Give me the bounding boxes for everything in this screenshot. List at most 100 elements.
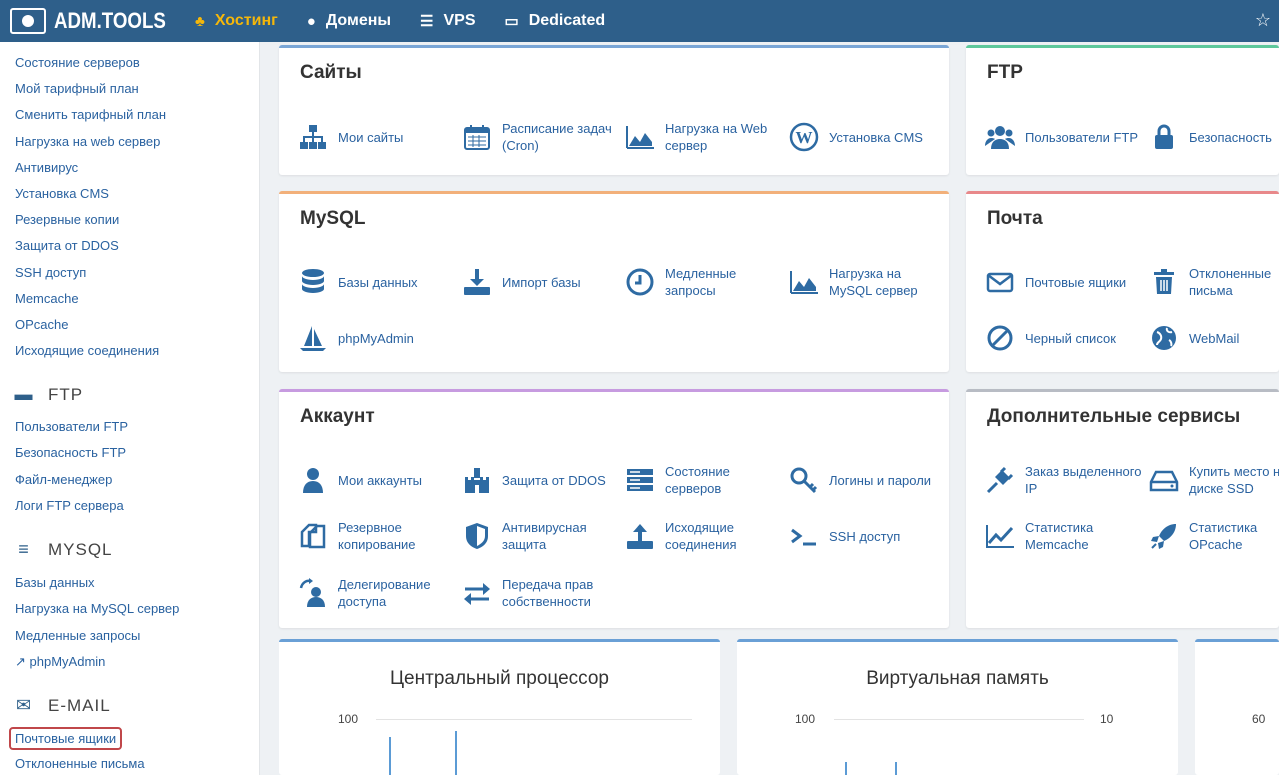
tile-install-cms-label: Установка CMS — [829, 129, 923, 145]
sidebar-section-mysql: ≡ MYSQL — [13, 539, 113, 560]
sidebar-link-backups[interactable]: Резервные копии — [15, 212, 119, 227]
sidebar-link-ssh[interactable]: SSH доступ — [15, 265, 86, 280]
sidebar-section-mysql-label: MYSQL — [48, 539, 113, 559]
sidebar-link-mysql-load[interactable]: Нагрузка на MySQL сервер — [15, 601, 179, 616]
star-icon[interactable]: ☆ — [1255, 10, 1271, 31]
sidebar-link-change-plan[interactable]: Сменить тарифный план — [15, 107, 166, 122]
tile-import-db[interactable]: Импорт базы — [460, 265, 620, 299]
tile-dedicated-ip[interactable]: Заказ выделенного IP — [983, 463, 1143, 497]
chart-cpu: Центральный процессор 100 — [279, 639, 720, 775]
area-chart-icon — [623, 120, 657, 154]
tile-memcache-stats-label: Статистика Memcache — [1025, 520, 1094, 552]
sidebar-link-antivirus[interactable]: Антивирус — [15, 160, 78, 175]
sidebar-link-server-status[interactable]: Состояние серверов — [15, 55, 140, 70]
nav-dedicated-label: Dedicated — [528, 12, 606, 29]
sidebar-section-ftp-label: FTP — [48, 384, 84, 404]
sidebar-link-ftp-security[interactable]: Безопасность FTP — [15, 445, 126, 460]
card-extra-title: Дополнительные сервисы — [987, 406, 1241, 427]
tile-ddos[interactable]: Защита от DDOS — [460, 463, 620, 497]
wordpress-icon: W — [787, 120, 821, 154]
sailboat-icon — [296, 321, 330, 355]
tile-mailboxes-label: Почтовые ящики — [1025, 274, 1127, 290]
sitemap-icon — [296, 120, 330, 154]
sidebar-link-memcache[interactable]: Memcache — [15, 291, 79, 306]
tile-opcache-stats[interactable]: Статистика OPcache — [1147, 519, 1279, 553]
tile-slow-queries-label: Медленные запросы — [665, 266, 737, 298]
tile-cron[interactable]: Расписание задач (Cron) — [460, 120, 620, 154]
tile-mysql-load[interactable]: Нагрузка на MySQL сервер — [787, 265, 947, 299]
sidebar-link-slow-queries[interactable]: Медленные запросы — [15, 628, 140, 643]
card-account: Аккаунт Мои аккаунты Защита от DDOS Сост… — [279, 389, 949, 628]
tile-backup[interactable]: Резервное копирование — [296, 519, 456, 553]
users-icon — [983, 120, 1017, 154]
nav-domains[interactable]: ● Домены — [307, 12, 391, 30]
sidebar-link-file-manager[interactable]: Файл-менеджер — [15, 472, 112, 487]
tile-blacklist[interactable]: Черный список — [983, 321, 1143, 355]
tile-rejected-mail[interactable]: Отклоненные письма — [1147, 265, 1279, 299]
sidebar-link-cms[interactable]: Установка CMS — [15, 186, 109, 201]
trash-icon — [1147, 265, 1181, 299]
tile-databases[interactable]: Базы данных — [296, 265, 456, 299]
tile-slow-queries[interactable]: Медленные запросы — [623, 265, 783, 299]
sidebar-link-phpmyadmin[interactable]: ↗ phpMyAdmin — [15, 654, 105, 670]
tile-server-status[interactable]: Состояние серверов — [623, 463, 783, 497]
tile-rejected-mail-label: Отклоненные письма — [1189, 266, 1272, 298]
tile-ftp-users-label: Пользователи FTP — [1025, 129, 1139, 145]
sidebar-link-my-plan[interactable]: Мой тарифный план — [15, 81, 139, 96]
tile-phpmyadmin[interactable]: phpMyAdmin — [296, 321, 456, 355]
line-chart-icon — [983, 519, 1017, 553]
chart-cpu-spike — [455, 731, 457, 775]
nav-dedicated[interactable]: ▭ Dedicated — [505, 12, 606, 30]
sidebar-link-rejected-mail[interactable]: Отклоненные письма — [15, 756, 145, 771]
tile-ssh[interactable]: SSH доступ — [787, 519, 947, 553]
tile-webmail-label: WebMail — [1189, 330, 1240, 346]
tile-outgoing[interactable]: Исходящие соединения — [623, 519, 783, 553]
tile-web-load[interactable]: Нагрузка на Web сервер — [623, 120, 783, 154]
tile-server-status-label: Состояние серверов — [665, 464, 730, 496]
tile-delegation[interactable]: Делегирование доступа — [296, 576, 456, 610]
globe-icon — [1147, 321, 1181, 355]
logo-icon — [10, 8, 46, 34]
tile-ssd[interactable]: Купить место на диске SSD — [1147, 463, 1279, 497]
rocket-icon — [1147, 519, 1181, 553]
sidebar-link-outgoing[interactable]: Исходящие соединения — [15, 343, 159, 358]
tile-mailboxes[interactable]: Почтовые ящики — [983, 265, 1143, 299]
tile-my-accounts[interactable]: Мои аккаунты — [296, 463, 456, 497]
tile-blacklist-label: Черный список — [1025, 330, 1116, 346]
sidebar-link-ftp-logs[interactable]: Логи FTP сервера — [15, 498, 124, 513]
chart-cpu-y-tick: 100 — [338, 712, 359, 726]
sidebar-link-opcache[interactable]: OPcache — [15, 317, 68, 332]
sidebar-link-ftp-users[interactable]: Пользователи FTP — [15, 419, 128, 434]
tile-antivirus[interactable]: Антивирусная защита — [460, 519, 620, 553]
tile-my-sites[interactable]: Мои сайты — [296, 120, 456, 154]
sidebar-link-web-load[interactable]: Нагрузка на web сервер — [15, 134, 160, 149]
nav-hosting[interactable]: ♣ Хостинг — [195, 12, 278, 30]
tile-backup-label: Резервное копирование — [338, 520, 416, 552]
terminal-icon — [787, 519, 821, 553]
tile-antivirus-label: Антивирусная защита — [502, 520, 587, 552]
chart-memory: Виртуальная память 100 10 — [737, 639, 1178, 775]
tile-ftp-users[interactable]: Пользователи FTP — [983, 120, 1143, 154]
area-chart-icon — [787, 265, 821, 299]
card-mysql-title: MySQL — [300, 208, 366, 229]
chart-memory-y-tick-right: 10 — [1100, 712, 1114, 726]
tile-memcache-stats[interactable]: Статистика Memcache — [983, 519, 1143, 553]
tile-my-sites-label: Мои сайты — [338, 129, 404, 145]
sidebar-link-databases[interactable]: Базы данных — [15, 575, 95, 590]
logo[interactable]: ADM.TOOLS — [10, 8, 195, 34]
tile-databases-label: Базы данных — [338, 274, 418, 290]
tile-webmail[interactable]: WebMail — [1147, 321, 1279, 355]
tile-logins[interactable]: Логины и пароли — [787, 463, 947, 497]
tile-install-cms[interactable]: W Установка CMS — [787, 120, 947, 154]
tile-ownership[interactable]: Передача прав собственности — [460, 576, 620, 610]
sidebar-link-ddos[interactable]: Защита от DDOS — [15, 238, 119, 253]
sidebar-link-mailboxes[interactable]: Почтовые ящики — [8, 727, 123, 750]
chart-cpu-spike — [389, 737, 391, 775]
card-mail: Почта Почтовые ящики Отклоненные письма … — [966, 191, 1279, 372]
external-link-icon: ↗ — [15, 654, 26, 669]
tile-ftp-security[interactable]: Безопасность — [1147, 120, 1279, 154]
envelope-icon — [983, 265, 1017, 299]
nav-vps[interactable]: ☰ VPS — [420, 12, 475, 30]
tile-web-load-label: Нагрузка на Web сервер — [665, 121, 768, 153]
folder-icon: ▬ — [14, 384, 34, 404]
